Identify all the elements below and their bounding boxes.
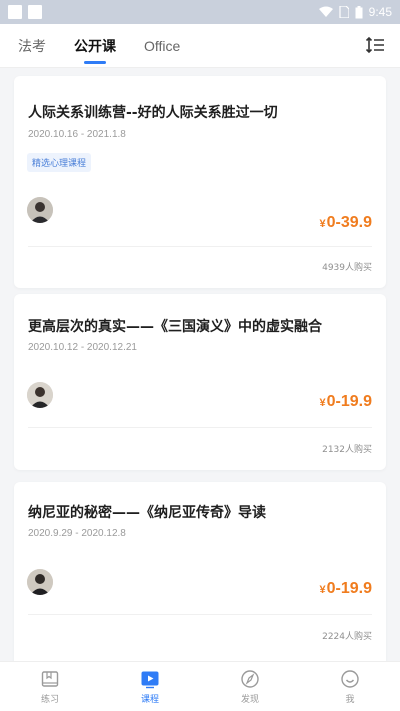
- buyer-count: 2132人购买: [322, 445, 372, 455]
- nav-label: 课程: [140, 694, 159, 705]
- sim-icon: [339, 6, 349, 18]
- category-tabs: 法考 公开课 Office: [0, 24, 208, 67]
- status-bar: 9:45: [0, 0, 400, 24]
- buyer-count: 2224人购买: [322, 632, 372, 642]
- nav-me[interactable]: 我: [300, 662, 400, 711]
- sort-button[interactable]: [364, 34, 386, 56]
- wifi-icon: [318, 6, 333, 17]
- battery-icon: [355, 5, 363, 18]
- course-price: ¥0-39.9: [319, 214, 373, 231]
- status-time: 9:45: [368, 5, 392, 19]
- tab-open-course[interactable]: 公开课: [74, 24, 116, 67]
- sort-icon: [365, 36, 384, 54]
- course-card[interactable]: 更高层次的真实——《三国演义》中的虚实融合 2020.10.12 - 2020.…: [14, 294, 386, 470]
- course-price: ¥0-19.9: [319, 580, 373, 597]
- nav-label: 我: [345, 694, 355, 705]
- teacher-avatar: [27, 382, 53, 408]
- teacher-avatar: [27, 569, 53, 595]
- nav-label: 练习: [40, 694, 59, 705]
- course-date: 2020.9.29 - 2020.12.8: [28, 528, 126, 539]
- course-title: 更高层次的真实——《三国演义》中的虚实融合: [28, 319, 322, 335]
- tab-office[interactable]: Office: [144, 24, 180, 67]
- compass-icon: [241, 669, 259, 688]
- nav-course[interactable]: 课程: [100, 662, 200, 711]
- course-card[interactable]: 人际关系训练营--好的人际关系胜过一切 2020.10.16 - 2021.1.…: [14, 76, 386, 288]
- nav-discover[interactable]: 发现: [200, 662, 300, 711]
- course-play-icon: [141, 671, 159, 688]
- top-tab-bar: 法考 公开课 Office: [0, 24, 400, 68]
- status-system-icons: 9:45: [318, 5, 392, 19]
- smile-icon: [341, 669, 359, 688]
- course-list: 人际关系训练营--好的人际关系胜过一切 2020.10.16 - 2021.1.…: [0, 68, 400, 661]
- course-card[interactable]: 纳尼亚的秘密——《纳尼亚传奇》导读 2020.9.29 - 2020.12.8 …: [14, 482, 386, 661]
- teacher-avatar: [27, 197, 53, 223]
- buyer-count: 4939人购买: [322, 263, 372, 273]
- course-date: 2020.10.16 - 2021.1.8: [28, 129, 126, 140]
- card-divider: [28, 427, 372, 428]
- nav-label: 发现: [240, 694, 259, 705]
- course-price: ¥0-19.9: [319, 393, 373, 410]
- bottom-nav: 练习 课程 发现 我: [0, 661, 400, 711]
- card-divider: [28, 246, 372, 247]
- notification-icon: [8, 5, 22, 19]
- notification-icon: [28, 5, 42, 19]
- course-date: 2020.10.12 - 2020.12.21: [28, 342, 137, 353]
- course-title: 人际关系训练营--好的人际关系胜过一切: [28, 105, 278, 121]
- course-tag: 精选心理课程: [27, 153, 92, 172]
- course-title: 纳尼亚的秘密——《纳尼亚传奇》导读: [28, 505, 266, 521]
- card-divider: [28, 614, 372, 615]
- status-notification-icons: [8, 5, 42, 19]
- practice-icon: [41, 670, 59, 687]
- tab-law-exam[interactable]: 法考: [18, 24, 46, 67]
- nav-practice[interactable]: 练习: [0, 662, 100, 711]
